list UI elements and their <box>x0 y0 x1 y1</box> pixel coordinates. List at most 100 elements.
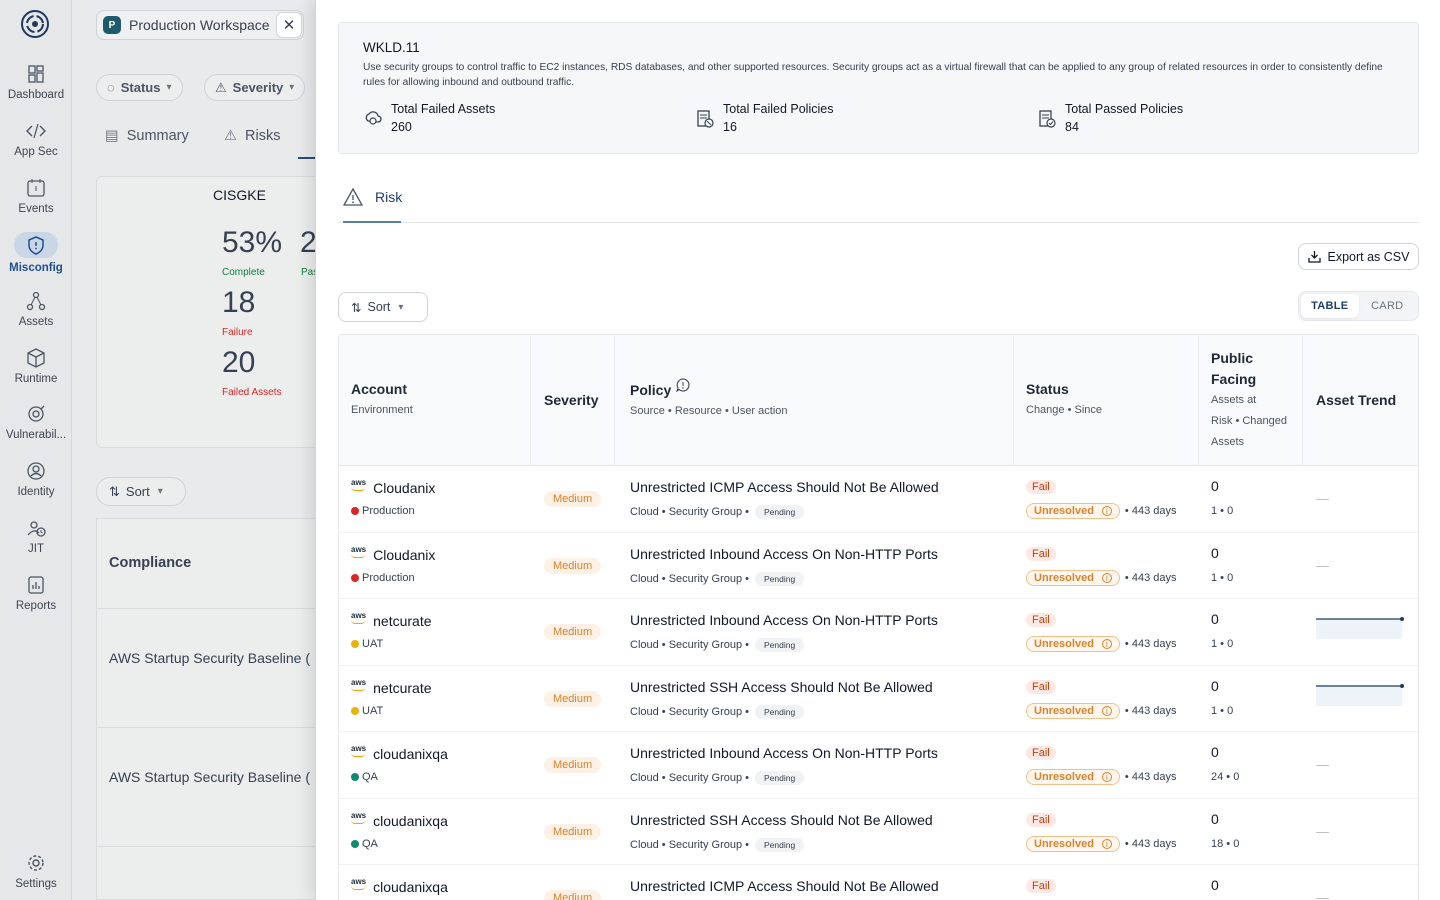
nav-item-vulnerabil[interactable]: Vulnerabil... <box>0 403 72 441</box>
aws-icon: aws <box>351 878 366 890</box>
view-table-button[interactable]: TABLE <box>1301 294 1359 318</box>
table-row[interactable]: aws cloudanixqa Medium Unrestricted ICMP Ac… <box>339 865 1418 900</box>
change-since: Unresolved i • 443 days <box>1026 503 1177 519</box>
code-icon <box>26 123 46 139</box>
policy-name[interactable]: Unrestricted SSH Access Should Not Be Al… <box>630 812 933 828</box>
table-row[interactable]: aws netcurate UAT Medium Unrestricted Inboun… <box>339 599 1418 666</box>
nav-item-app-sec[interactable]: App Sec <box>0 120 72 158</box>
nav-item-settings[interactable]: Settings <box>0 852 72 890</box>
change-badge[interactable]: Unresolved i <box>1026 769 1120 785</box>
change-label: Unresolved <box>1034 571 1094 584</box>
policy-name[interactable]: Unrestricted SSH Access Should Not Be Al… <box>630 679 933 695</box>
severity-badge: Medium <box>544 890 602 900</box>
table-row[interactable]: aws Cloudanix Production Medium Unrestricted… <box>339 466 1418 533</box>
change-since: Unresolved i • 443 days <box>1026 835 1177 852</box>
policy-source: Cloud <box>630 838 659 851</box>
severity-badge: Medium <box>544 690 602 707</box>
aws-icon: aws <box>351 479 366 491</box>
asset-trend-empty: — <box>1316 757 1329 772</box>
complete-label: Complete <box>222 267 265 278</box>
user-icon <box>27 462 45 480</box>
change-since: Unresolved i • 443 days <box>1026 769 1177 785</box>
column-header-public-line2[interactable]: Facing <box>1211 371 1256 387</box>
since-value: 443 days <box>1131 571 1177 584</box>
view-card-button[interactable]: CARD <box>1359 294 1417 318</box>
app-logo-icon[interactable] <box>19 8 51 40</box>
change-label: Unresolved <box>1034 505 1094 517</box>
since-label: • 443 days <box>1124 837 1177 850</box>
table-row[interactable]: aws cloudanixqa QA Medium Unrestricted SSH A… <box>339 799 1418 865</box>
since-value: 443 days <box>1131 837 1177 850</box>
stat-passed-policies: Total Passed Policies 84 <box>1037 101 1183 136</box>
column-header-policy[interactable]: Policy <box>630 382 671 398</box>
change-badge[interactable]: Unresolved i <box>1026 503 1120 519</box>
nav-item-runtime[interactable]: Runtime <box>0 347 72 385</box>
workspace-selector[interactable]: P Production Workspace <box>96 10 304 40</box>
column-subheader-environment: Environment <box>351 404 413 416</box>
nav-item-jit[interactable]: JIT <box>0 517 72 555</box>
tab-risks[interactable]: ⚠ Risks <box>224 128 280 144</box>
user-action-badge: Pending <box>755 837 805 852</box>
status-badge: Fail <box>1026 746 1056 760</box>
environment-label: QA <box>362 837 378 850</box>
change-badge[interactable]: Unresolved i <box>1026 636 1120 652</box>
compliance-table-header: Compliance <box>97 519 325 609</box>
environment: QA <box>351 838 378 850</box>
policy-name[interactable]: Unrestricted Inbound Access On Non-HTTP … <box>630 745 938 761</box>
policy-meta: Cloud • Security Group • Pending <box>630 505 805 519</box>
column-header-severity[interactable]: Severity <box>544 392 598 408</box>
cube-icon <box>27 348 45 368</box>
nav-item-assets[interactable]: Assets <box>0 290 72 328</box>
policy-name[interactable]: Unrestricted ICMP Access Should Not Be A… <box>630 479 939 495</box>
nav-item-dashboard[interactable]: Dashboard <box>0 63 72 101</box>
tab-summary[interactable]: ▤ Summary <box>105 128 189 144</box>
since-value: 443 days <box>1131 771 1177 783</box>
nav-item-misconfig[interactable]: Misconfig <box>0 232 72 274</box>
table-row[interactable]: aws Cloudanix Production Medium Unrestricted… <box>339 533 1418 599</box>
policy-name[interactable]: Unrestricted Inbound Access On Non-HTTP … <box>630 612 938 628</box>
risk-count: 1 <box>1211 505 1218 517</box>
sort-button[interactable]: ⇅ Sort ▾ <box>338 292 428 322</box>
table-row[interactable]: aws netcurate UAT Medium Unrestricted SSH Ac… <box>339 666 1418 732</box>
column-header-status[interactable]: Status <box>1026 381 1069 397</box>
since-value: 443 days <box>1131 505 1177 517</box>
compliance-row[interactable]: AWS Startup Security Baseline ( <box>109 650 310 666</box>
change-badge[interactable]: Unresolved i <box>1026 835 1120 852</box>
severity-badge: Medium <box>544 491 602 507</box>
close-drawer-button[interactable]: ✕ <box>276 12 302 38</box>
changed-count: 0 <box>1227 638 1234 650</box>
user-action-badge: Pending <box>755 571 805 586</box>
status-badge: Fail <box>1026 679 1056 694</box>
sort-icon: ⇅ <box>109 483 120 499</box>
nav-item-events[interactable]: Events <box>0 177 72 215</box>
column-divider <box>1013 335 1014 466</box>
column-header-asset-trend[interactable]: Asset Trend <box>1316 392 1396 408</box>
column-header-public-line1[interactable]: Public <box>1211 350 1253 366</box>
table-row[interactable]: aws cloudanixqa QA Medium Unrestricted Inbou… <box>339 732 1418 799</box>
change-badge[interactable]: Unresolved i <box>1026 702 1120 719</box>
column-header-account[interactable]: Account <box>351 381 407 397</box>
change-badge[interactable]: Unresolved i <box>1026 569 1120 586</box>
tab-risk[interactable]: Risk <box>343 188 402 206</box>
account-cell: aws netcurate <box>351 612 432 630</box>
policy-name[interactable]: Unrestricted ICMP Access Should Not Be A… <box>630 878 939 894</box>
info-icon: i <box>1101 838 1112 849</box>
user-action-badge: Pending <box>755 771 805 785</box>
row-divider <box>96 846 326 847</box>
compliance-row[interactable]: AWS Startup Security Baseline ( <box>109 769 310 785</box>
status-filter[interactable]: ◌ Status ▾ <box>96 74 183 101</box>
policy-name[interactable]: Unrestricted Inbound Access On Non-HTTP … <box>630 546 938 562</box>
bg-sort-button[interactable]: ⇅ Sort ▾ <box>96 477 186 506</box>
nav-item-identity[interactable]: Identity <box>0 460 72 498</box>
policy-description: Use security groups to control traffic t… <box>363 62 1383 88</box>
environment-label: UAT <box>362 638 384 650</box>
summary-icon: ▤ <box>105 128 119 144</box>
shield-icon <box>28 236 44 255</box>
policy-info-icon[interactable] <box>676 378 690 392</box>
info-icon: i <box>1101 772 1112 782</box>
nav-label: Events <box>18 203 54 215</box>
export-csv-button[interactable]: Export as CSV <box>1298 243 1419 270</box>
change-label: Unresolved <box>1034 771 1094 783</box>
severity-filter[interactable]: ⚠ Severity ▾ <box>204 74 306 101</box>
nav-item-reports[interactable]: Reports <box>0 574 72 612</box>
